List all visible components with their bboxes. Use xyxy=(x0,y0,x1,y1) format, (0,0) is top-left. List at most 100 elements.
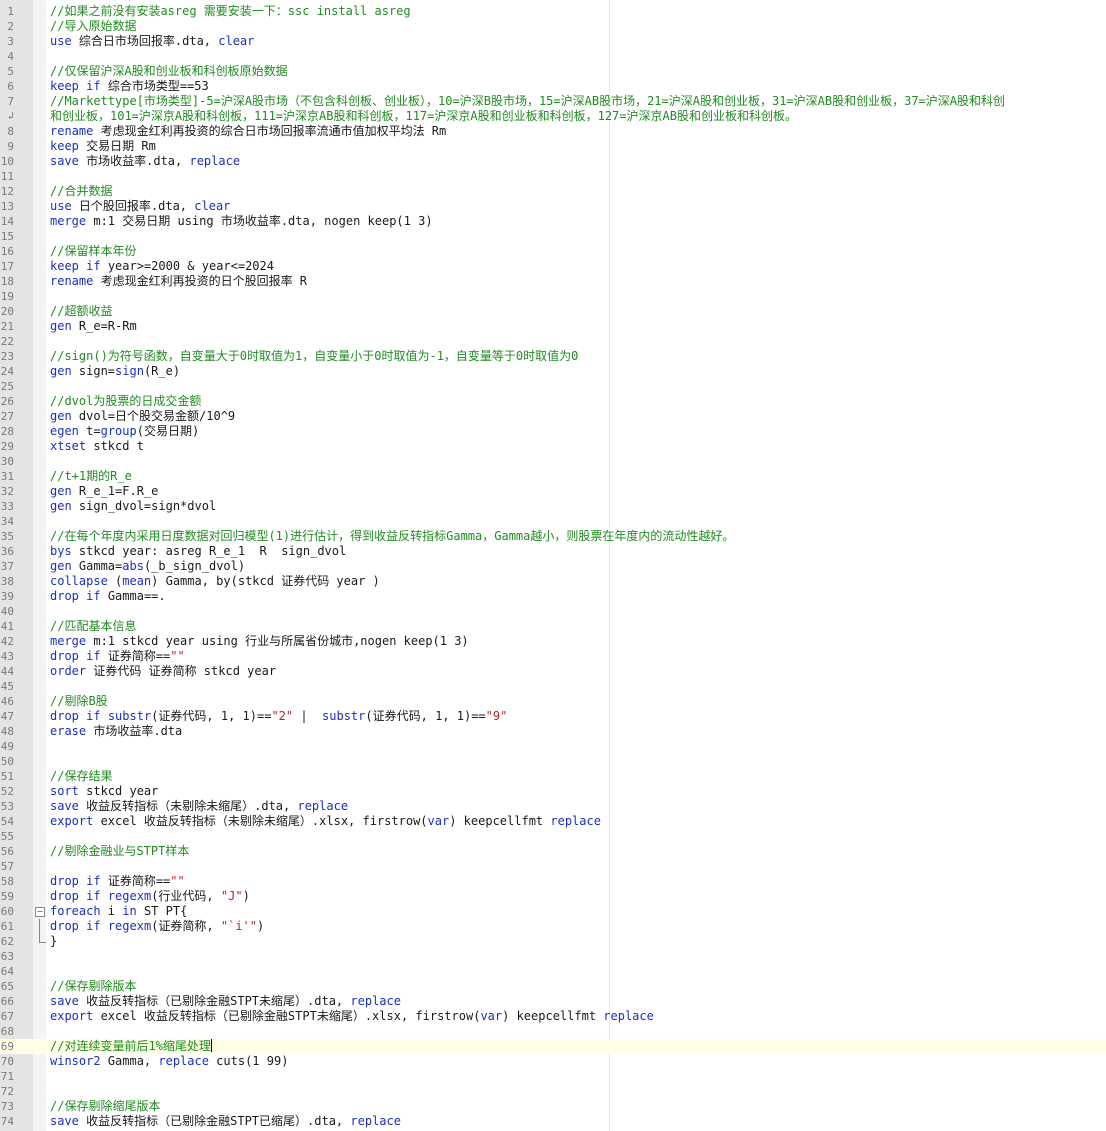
code-line[interactable]: 67 export excel 收益反转指标（已剔除金融STPT未缩尾）.xlsx… xyxy=(0,1009,1106,1024)
code-line[interactable]: 17 keep if year>=2000 & year<=2024 xyxy=(0,259,1106,274)
code-line[interactable]: 31 //t+1期的R_e xyxy=(0,469,1106,484)
code-line[interactable]: 6 keep if 综合市场类型==53 xyxy=(0,79,1106,94)
code-text[interactable]: //仅保留沪深A股和创业板和科创板原始数据 xyxy=(50,64,1106,79)
code-line[interactable]: 36 bys stkcd year: asreg R_e_1 R sign_dvo… xyxy=(0,544,1106,559)
code-line[interactable]: 73 //保存剔除缩尾版本 xyxy=(0,1099,1106,1114)
code-text[interactable]: //剔除B股 xyxy=(50,694,1106,709)
code-line[interactable]: 30 xyxy=(0,454,1106,469)
code-area[interactable]: 1 //如果之前没有安装asreg 需要安装一下：ssc install asre… xyxy=(0,4,1106,1129)
code-line[interactable]: 43 drop if 证券简称=="" xyxy=(0,649,1106,664)
code-text[interactable]: keep if year>=2000 & year<=2024 xyxy=(50,259,1106,274)
code-text[interactable]: drop if substr(证券代码, 1, 1)=="2" | substr… xyxy=(50,709,1106,724)
code-text[interactable]: keep 交易日期 Rm xyxy=(50,139,1106,154)
code-line[interactable]: 49 xyxy=(0,739,1106,754)
code-text[interactable]: save 收益反转指标（已剔除金融STPT未缩尾）.dta, replace xyxy=(50,994,1106,1009)
code-line[interactable]: 74 save 收益反转指标（已剔除金融STPT已缩尾）.dta, replace xyxy=(0,1114,1106,1129)
code-text[interactable]: xtset stkcd t xyxy=(50,439,1106,454)
code-line[interactable]: 70 winsor2 Gamma, replace cuts(1 99) xyxy=(0,1054,1106,1069)
code-line[interactable]: 27 gen dvol=日个股交易金额/10^9 xyxy=(0,409,1106,424)
code-text[interactable]: rename 考虑现金红利再投资的综合日市场回报率流通市值加权平均法 Rm xyxy=(50,124,1106,139)
code-line[interactable]: 44 order 证券代码 证券简称 stkcd year xyxy=(0,664,1106,679)
code-line[interactable]: 62} xyxy=(0,934,1106,949)
code-line[interactable]: 15 xyxy=(0,229,1106,244)
code-line[interactable]: 60 − foreach i in ST PT{ xyxy=(0,904,1106,919)
code-text[interactable]: } xyxy=(50,934,1106,949)
code-text[interactable]: erase 市场收益率.dta xyxy=(50,724,1106,739)
code-line[interactable]: 22 xyxy=(0,334,1106,349)
code-line[interactable]: 56 //剔除金融业与STPT样本 xyxy=(0,844,1106,859)
code-text[interactable]: bys stkcd year: asreg R_e_1 R sign_dvol xyxy=(50,544,1106,559)
code-line[interactable]: 53 save 收益反转指标（未剔除未缩尾）.dta, replace xyxy=(0,799,1106,814)
code-line[interactable]: 4 xyxy=(0,49,1106,64)
code-text[interactable]: //导入原始数据 xyxy=(50,19,1106,34)
code-text[interactable]: rename 考虑现金红利再投资的日个股回报率 R xyxy=(50,274,1106,289)
code-text[interactable]: foreach i in ST PT{ xyxy=(50,904,1106,919)
code-line[interactable]: 58 drop if 证券简称=="" xyxy=(0,874,1106,889)
code-line[interactable]: 5 //仅保留沪深A股和创业板和科创板原始数据 xyxy=(0,64,1106,79)
code-text[interactable]: drop if regexm(证券简称, "`i'") xyxy=(50,919,1106,934)
code-line[interactable]: 23 //sign()为符号函数，自变量大于0时取值为1，自变量小于0时取值为-1… xyxy=(0,349,1106,364)
do-file-editor[interactable]: 1 //如果之前没有安装asreg 需要安装一下：ssc install asre… xyxy=(0,0,1106,1131)
code-line[interactable]: 28 egen t=group(交易日期) xyxy=(0,424,1106,439)
code-line[interactable]: 54 export excel 收益反转指标（未剔除未缩尾）.xlsx, firs… xyxy=(0,814,1106,829)
code-line[interactable]: 68 xyxy=(0,1024,1106,1039)
code-text[interactable]: egen t=group(交易日期) xyxy=(50,424,1106,439)
code-line[interactable]: 37 gen Gamma=abs(_b_sign_dvol) xyxy=(0,559,1106,574)
code-line[interactable]: 19 xyxy=(0,289,1106,304)
code-text[interactable]: gen sign_dvol=sign*dvol xyxy=(50,499,1106,514)
code-text[interactable]: drop if regexm(行业代码, "J") xyxy=(50,889,1106,904)
code-line[interactable]: 12 //合并数据 xyxy=(0,184,1106,199)
code-line[interactable]: 69 //对连续变量前后1%缩尾处理 xyxy=(0,1039,1106,1054)
code-text[interactable]: //sign()为符号函数，自变量大于0时取值为1，自变量小于0时取值为-1，自… xyxy=(50,349,1106,364)
code-line[interactable]: 57 xyxy=(0,859,1106,874)
code-line[interactable]: 46 //剔除B股 xyxy=(0,694,1106,709)
code-text[interactable]: merge m:1 stkcd year using 行业与所属省份城市,nog… xyxy=(50,634,1106,649)
code-text[interactable]: //t+1期的R_e xyxy=(50,469,1106,484)
code-line[interactable]: 21 gen R_e=R-Rm xyxy=(0,319,1106,334)
code-text[interactable]: use 日个股回报率.dta, clear xyxy=(50,199,1106,214)
code-text[interactable]: //保存结果 xyxy=(50,769,1106,784)
code-text[interactable]: gen Gamma=abs(_b_sign_dvol) xyxy=(50,559,1106,574)
code-text[interactable]: gen R_e=R-Rm xyxy=(50,319,1106,334)
code-text[interactable]: winsor2 Gamma, replace cuts(1 99) xyxy=(50,1054,1106,1069)
code-line[interactable]: 29 xtset stkcd t xyxy=(0,439,1106,454)
code-line[interactable]: 42 merge m:1 stkcd year using 行业与所属省份城市,n… xyxy=(0,634,1106,649)
code-line[interactable]: 18 rename 考虑现金红利再投资的日个股回报率 R xyxy=(0,274,1106,289)
code-text[interactable]: //超额收益 xyxy=(50,304,1106,319)
code-line[interactable]: 71 xyxy=(0,1069,1106,1084)
code-line[interactable]: 61 drop if regexm(证券简称, "`i'") xyxy=(0,919,1106,934)
code-text[interactable]: save 收益反转指标（未剔除未缩尾）.dta, replace xyxy=(50,799,1106,814)
code-line[interactable]: 14 merge m:1 交易日期 using 市场收益率.dta, nogen … xyxy=(0,214,1106,229)
code-line[interactable]: 1 //如果之前没有安装asreg 需要安装一下：ssc install asre… xyxy=(0,4,1106,19)
code-text[interactable]: merge m:1 交易日期 using 市场收益率.dta, nogen ke… xyxy=(50,214,1106,229)
code-line[interactable]: 41 //匹配基本信息 xyxy=(0,619,1106,634)
code-text[interactable]: collapse (mean) Gamma, by(stkcd 证券代码 yea… xyxy=(50,574,1106,589)
code-line[interactable]: 7 //Markettype[市场类型]-5=沪深A股市场（不包含科创板、创业板）… xyxy=(0,94,1106,109)
code-line[interactable]: 3 use 综合日市场回报率.dta, clear xyxy=(0,34,1106,49)
code-text[interactable]: 和创业板，101=沪深京A股和科创板，111=沪深京AB股和科创板，117=沪深… xyxy=(50,109,1106,124)
code-line[interactable]: 16 //保留样本年份 xyxy=(0,244,1106,259)
code-line[interactable]: 55 xyxy=(0,829,1106,844)
code-text[interactable]: //保留样本年份 xyxy=(50,244,1106,259)
code-line[interactable]: 47 drop if substr(证券代码, 1, 1)=="2" | subs… xyxy=(0,709,1106,724)
code-line[interactable]: 45 xyxy=(0,679,1106,694)
code-line[interactable]: 8 rename 考虑现金红利再投资的综合日市场回报率流通市值加权平均法 Rm xyxy=(0,124,1106,139)
code-line[interactable]: 25 xyxy=(0,379,1106,394)
code-line[interactable]: 35 //在每个年度内采用日度数据对回归模型(1)进行估计，得到收益反转指标Gam… xyxy=(0,529,1106,544)
code-line[interactable]: 39 drop if Gamma==. xyxy=(0,589,1106,604)
code-text[interactable]: save 收益反转指标（已剔除金融STPT已缩尾）.dta, replace xyxy=(50,1114,1106,1129)
code-line[interactable]: 26 //dvol为股票的日成交金额 xyxy=(0,394,1106,409)
code-text[interactable]: //保存剔除缩尾版本 xyxy=(50,1099,1106,1114)
code-line[interactable]: 66 save 收益反转指标（已剔除金融STPT未缩尾）.dta, replace xyxy=(0,994,1106,1009)
code-text[interactable]: //Markettype[市场类型]-5=沪深A股市场（不包含科创板、创业板），… xyxy=(50,94,1106,109)
code-line[interactable]: 9 keep 交易日期 Rm xyxy=(0,139,1106,154)
code-text[interactable]: drop if 证券简称=="" xyxy=(50,649,1106,664)
code-text[interactable]: keep if 综合市场类型==53 xyxy=(50,79,1106,94)
code-line[interactable]: 63 xyxy=(0,949,1106,964)
code-text[interactable]: //在每个年度内采用日度数据对回归模型(1)进行估计，得到收益反转指标Gamma… xyxy=(50,529,1106,544)
code-line[interactable]: 51 //保存结果 xyxy=(0,769,1106,784)
code-text[interactable]: //合并数据 xyxy=(50,184,1106,199)
code-line[interactable]: 20 //超额收益 xyxy=(0,304,1106,319)
code-line[interactable]: 40 xyxy=(0,604,1106,619)
code-text[interactable]: //dvol为股票的日成交金额 xyxy=(50,394,1106,409)
